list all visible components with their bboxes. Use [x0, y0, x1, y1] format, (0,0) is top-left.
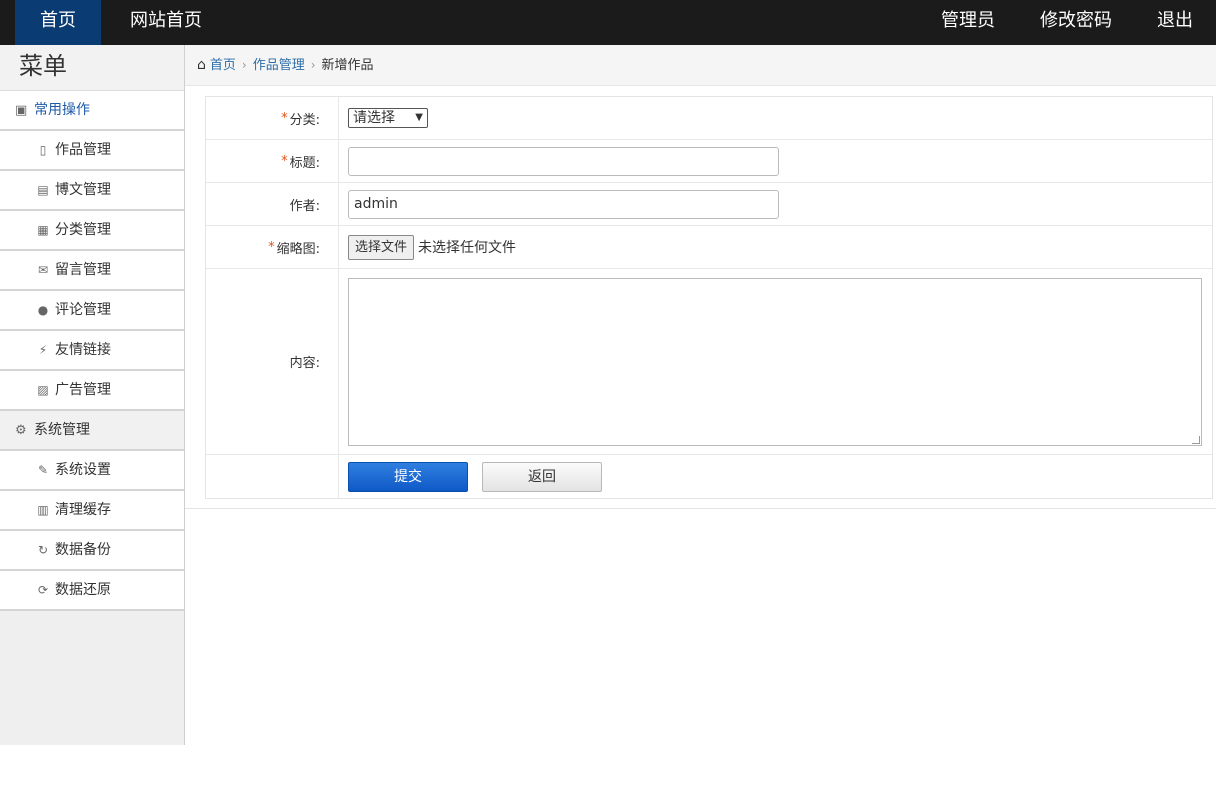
- submit-button[interactable]: 提交: [348, 461, 468, 492]
- sidebar-item-restore[interactable]: ⟳ 数据还原: [0, 571, 184, 611]
- chevron-right-icon: ›: [310, 58, 316, 72]
- nav-home[interactable]: 首页: [15, 0, 101, 45]
- comment-icon: ●: [37, 303, 49, 317]
- category-label: * 分类:: [206, 97, 339, 139]
- sidebar-item-label: 分类管理: [55, 222, 111, 238]
- refresh-icon: ↻: [37, 543, 49, 557]
- nav-logout[interactable]: 退出: [1148, 0, 1202, 45]
- sidebar-item-label: 评论管理: [55, 302, 111, 318]
- content-divider: [185, 508, 1216, 509]
- category-select[interactable]: 请选择 ▼: [348, 108, 428, 128]
- sidebar-item-ads[interactable]: ▨ 广告管理: [0, 371, 184, 411]
- sidebar-item-works[interactable]: ▯ 作品管理: [0, 131, 184, 171]
- nav-admin[interactable]: 管理员: [927, 0, 1009, 45]
- sidebar-item-messages[interactable]: ✉ 留言管理: [0, 251, 184, 291]
- sidebar-group-common[interactable]: ▣ 常用操作: [0, 91, 184, 131]
- chevron-right-icon: ›: [241, 58, 247, 72]
- form-row-title: * 标题:: [206, 140, 1212, 183]
- resize-handle-icon[interactable]: [1192, 435, 1200, 444]
- back-button[interactable]: 返回: [482, 461, 602, 492]
- title-label: * 标题:: [206, 140, 339, 182]
- actions-label-cell: [206, 455, 339, 498]
- sidebar-title: 菜单: [0, 45, 184, 91]
- sidebar-item-label: 作品管理: [55, 142, 111, 158]
- sidebar-group-system[interactable]: ⚙ 系统管理: [0, 411, 184, 451]
- breadcrumb-home[interactable]: 首页: [210, 58, 236, 73]
- sidebar-item-clear-cache[interactable]: ▥ 清理缓存: [0, 491, 184, 531]
- sync-icon: ⟳: [37, 583, 49, 597]
- breadcrumb: ⌂ 首页 › 作品管理 › 新增作品: [185, 45, 1216, 86]
- image-icon: ▨: [37, 383, 49, 397]
- trash-icon: ▥: [37, 503, 49, 517]
- document-icon: ▤: [37, 183, 49, 197]
- title-input[interactable]: [348, 146, 779, 176]
- sidebar-item-label: 留言管理: [55, 262, 111, 278]
- envelope-icon: ✉: [37, 263, 49, 277]
- sidebar-group-label: 系统管理: [34, 422, 90, 438]
- sidebar-item-label: 数据备份: [55, 542, 111, 558]
- required-mark: *: [281, 153, 288, 169]
- form-row-author: 作者: admin: [206, 183, 1212, 226]
- home-icon: ⌂: [197, 57, 206, 73]
- wrench-icon: ✎: [37, 463, 49, 477]
- plug-icon: ⚡: [38, 343, 48, 357]
- sidebar-group-label: 常用操作: [34, 102, 90, 118]
- author-input[interactable]: admin: [348, 189, 779, 219]
- breadcrumb-section[interactable]: 作品管理: [253, 58, 305, 73]
- sidebar-item-categories[interactable]: ▦ 分类管理: [0, 211, 184, 251]
- file-status: 未选择任何文件: [418, 240, 517, 256]
- required-mark: *: [281, 110, 288, 126]
- sidebar-item-label: 博文管理: [55, 182, 111, 198]
- sidebar-item-settings[interactable]: ✎ 系统设置: [0, 451, 184, 491]
- content-label: 内容:: [206, 269, 339, 454]
- chevron-down-icon: ▼: [415, 112, 423, 123]
- sidebar-item-label: 友情链接: [55, 342, 111, 358]
- add-work-form: * 分类: 请选择 ▼ * 标题: 作者: admin * 缩略图: 选择文件 未选择任…: [205, 96, 1213, 499]
- content-textarea[interactable]: [348, 277, 1202, 446]
- gear-icon: ⚙: [15, 423, 27, 438]
- required-mark: *: [268, 239, 275, 255]
- sidebar-item-comments[interactable]: ● 评论管理: [0, 291, 184, 331]
- address-book-icon: ▣: [15, 103, 28, 118]
- choose-file-button[interactable]: 选择文件: [348, 234, 415, 260]
- sidebar: 菜单 ▣ 常用操作 ▯ 作品管理 ▤ 博文管理 ▦ 分类管理 ✉ 留言管理 ● 评论管理 ⚡…: [0, 45, 185, 745]
- sidebar-item-backup[interactable]: ↻ 数据备份: [0, 531, 184, 571]
- file-icon: ▯: [39, 143, 47, 157]
- category-select-value: 请选择: [353, 110, 395, 126]
- form-row-category: * 分类: 请选择 ▼: [206, 97, 1212, 140]
- thumbnail-label: * 缩略图:: [206, 226, 339, 268]
- form-row-content: 内容:: [206, 269, 1212, 455]
- author-label: 作者:: [206, 183, 339, 225]
- sidebar-item-label: 清理缓存: [55, 502, 111, 518]
- sidebar-item-blogs[interactable]: ▤ 博文管理: [0, 171, 184, 211]
- sidebar-item-label: 数据还原: [55, 582, 111, 598]
- nav-site-home[interactable]: 网站首页: [116, 0, 216, 45]
- form-row-thumbnail: * 缩略图: 选择文件 未选择任何文件: [206, 226, 1212, 269]
- nav-change-password[interactable]: 修改密码: [1030, 0, 1122, 45]
- breadcrumb-current: 新增作品: [321, 58, 374, 73]
- books-icon: ▦: [37, 223, 49, 237]
- sidebar-item-label: 系统设置: [55, 462, 111, 478]
- top-navbar: 首页 网站首页 管理员 修改密码 退出: [0, 0, 1216, 45]
- sidebar-item-label: 广告管理: [55, 382, 111, 398]
- form-row-actions: 提交 返回: [206, 455, 1212, 498]
- sidebar-item-links[interactable]: ⚡ 友情链接: [0, 331, 184, 371]
